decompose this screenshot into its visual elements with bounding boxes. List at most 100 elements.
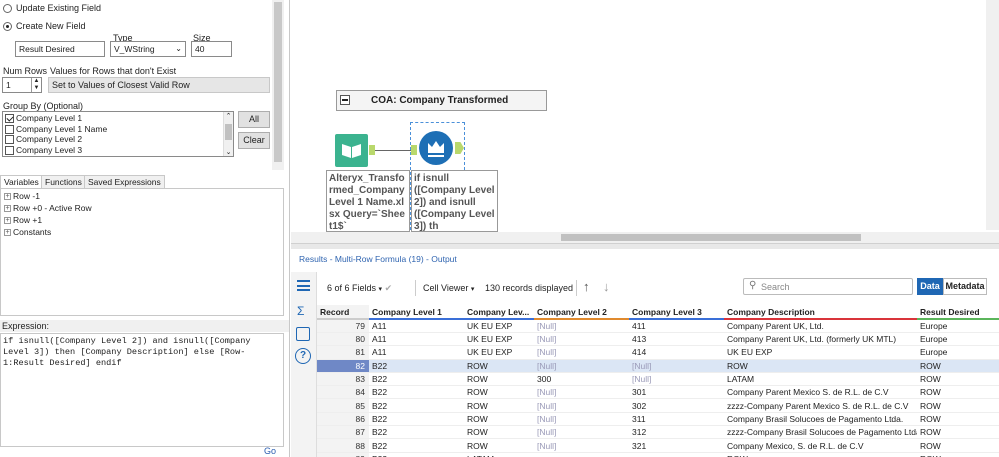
table-cell[interactable]: ROW [917, 412, 999, 427]
table-cell[interactable]: 321 [629, 438, 724, 453]
record-number[interactable]: 89 [317, 452, 369, 457]
table-cell[interactable] [534, 452, 629, 457]
table-cell[interactable]: 311 [629, 412, 724, 427]
table-cell[interactable]: B22 [369, 425, 464, 440]
checkbox-icon[interactable] [5, 135, 14, 145]
table-row[interactable]: 81 A11 UK EU EXP [Null] 414 UK EU EXP Europe [317, 345, 999, 360]
num-rows-stepper[interactable]: 1 ▲ ▼ [2, 77, 42, 93]
table-cell[interactable]: ROW [917, 359, 999, 373]
group-by-item[interactable]: Company Level 3 [5, 145, 231, 156]
table-cell[interactable]: Company Brasil Solucoes de Pagamento Ltd… [724, 412, 917, 427]
table-cell[interactable]: 301 [629, 385, 724, 400]
record-number[interactable]: 88 [317, 438, 369, 453]
table-cell[interactable]: Company Parent Mexico S. de R.L. de C.V [724, 385, 917, 400]
arrow-up-icon[interactable]: ↑ [583, 279, 590, 294]
record-number[interactable]: 79 [317, 319, 369, 333]
table-row[interactable]: 84 B22 ROW [Null] 301 Company Parent Mexico S… [317, 385, 999, 400]
tool-container[interactable]: COA: Company Transformed [336, 90, 547, 111]
table-row[interactable]: 79 A11 UK EU EXP [Null] 411 Company Parent UK… [317, 319, 999, 333]
group-by-item[interactable]: Company Level 1 Name [5, 124, 231, 135]
table-cell[interactable]: 413 [629, 332, 724, 347]
table-row[interactable]: 87 B22 ROW [Null] 312 zzzz-Company Brasil Sol… [317, 425, 999, 440]
tab-functions[interactable]: Functions [41, 175, 86, 188]
table-cell[interactable]: ROW [464, 425, 534, 440]
document-icon[interactable] [296, 327, 310, 341]
metadata-button[interactable]: Metadata [943, 278, 987, 295]
table-cell[interactable]: B22 [369, 372, 464, 387]
chevron-down-icon[interactable]: ⌄ [224, 148, 233, 156]
fields-dropdown[interactable]: 6 of 6 Fields ▾ ✔ [327, 283, 392, 294]
table-row[interactable]: 85 B22 ROW [Null] 302 zzzz-Company Parent Mex… [317, 398, 999, 413]
record-number[interactable]: 86 [317, 412, 369, 427]
workflow-canvas[interactable]: COA: Company Transformed Alteryx_Transfo… [291, 0, 999, 243]
expand-icon[interactable]: + [4, 217, 11, 225]
clear-button[interactable]: Clear [238, 132, 270, 149]
table-cell[interactable]: 411 [629, 319, 724, 333]
table-cell[interactable]: Europe [917, 345, 999, 360]
column-header[interactable]: Record [317, 305, 369, 320]
record-number[interactable]: 84 [317, 385, 369, 400]
table-cell[interactable]: UK EU EXP [464, 332, 534, 347]
table-cell[interactable]: [Null] [534, 438, 629, 453]
column-header[interactable]: Company Level 1 [369, 305, 464, 320]
table-cell[interactable]: ROW [917, 438, 999, 453]
expand-icon[interactable]: + [4, 205, 11, 213]
table-cell[interactable]: [Null] [534, 412, 629, 427]
table-cell[interactable]: ROW [464, 359, 534, 373]
table-cell[interactable]: LATAM [724, 372, 917, 387]
tree-node[interactable]: + Constants [4, 226, 280, 238]
table-cell[interactable]: 302 [629, 398, 724, 413]
chevron-up-icon[interactable]: ⌃ [224, 112, 233, 120]
table-cell[interactable]: Europe [917, 332, 999, 347]
help-icon[interactable]: ? [295, 348, 311, 364]
size-input[interactable]: 40 [191, 41, 232, 57]
record-number[interactable]: 85 [317, 398, 369, 413]
table-row[interactable]: 88 B22 ROW [Null] 321 Company Mexico, S. de R… [317, 438, 999, 453]
table-row[interactable]: 89B22LATAM ROWROW [317, 452, 999, 457]
column-header[interactable]: Company Lev... [464, 305, 534, 320]
table-cell[interactable]: zzzz-Company Brasil Solucoes de Pagament… [724, 425, 917, 440]
table-cell[interactable]: UK EU EXP [724, 345, 917, 360]
go-button[interactable]: Go [264, 446, 276, 456]
table-cell[interactable]: [Null] [534, 345, 629, 360]
arrow-down-icon[interactable]: ↓ [603, 279, 610, 294]
canvas-vertical-scrollbar[interactable] [986, 0, 999, 230]
column-header[interactable]: Company Description [724, 305, 917, 320]
table-view-icon[interactable] [297, 280, 310, 291]
tab-variables[interactable]: Variables [0, 175, 43, 189]
config-scrollbar[interactable] [272, 0, 284, 170]
table-cell[interactable]: [Null] [534, 359, 629, 373]
all-button[interactable]: All [238, 111, 270, 128]
record-number[interactable]: 87 [317, 425, 369, 440]
table-cell[interactable]: ROW [917, 425, 999, 440]
sum-icon[interactable]: Σ [297, 304, 304, 318]
canvas-horizontal-scrollbar[interactable] [291, 232, 999, 243]
checkbox-icon[interactable] [5, 145, 14, 155]
table-cell[interactable]: ROW [917, 452, 999, 457]
table-cell[interactable]: ROW [917, 385, 999, 400]
table-cell[interactable]: Europe [917, 319, 999, 333]
type-select[interactable]: V_WString ⌄ [110, 41, 186, 57]
table-cell[interactable]: A11 [369, 319, 464, 333]
table-cell[interactable]: ROW [464, 372, 534, 387]
table-row[interactable]: 80 A11 UK EU EXP [Null] 413 Company Parent UK… [317, 332, 999, 347]
table-cell[interactable]: [Null] [534, 319, 629, 333]
results-grid[interactable]: Record Company Level 1 Company Lev... Compa… [317, 305, 999, 457]
spinner-arrows-icon[interactable]: ▲ ▼ [31, 78, 41, 92]
table-cell[interactable]: ROW [464, 385, 534, 400]
table-cell[interactable]: A11 [369, 345, 464, 360]
data-button[interactable]: Data [917, 278, 943, 295]
multi-row-formula-tool[interactable] [419, 131, 453, 165]
table-cell[interactable]: ROW [724, 359, 917, 373]
field-name-input[interactable]: Result Desired [15, 41, 105, 57]
values-select[interactable]: Set to Values of Closest Valid Row [48, 77, 270, 93]
table-cell[interactable]: ROW [724, 452, 917, 457]
group-by-item[interactable]: Company Level 1 [5, 113, 231, 124]
table-cell[interactable]: [Null] [534, 398, 629, 413]
table-cell[interactable]: B22 [369, 412, 464, 427]
table-cell[interactable]: LATAM [464, 452, 534, 457]
scroll-thumb[interactable] [225, 124, 232, 140]
canvas-scroll-thumb[interactable] [561, 234, 861, 241]
table-cell[interactable]: UK EU EXP [464, 319, 534, 333]
tab-saved-expressions[interactable]: Saved Expressions [84, 175, 165, 188]
